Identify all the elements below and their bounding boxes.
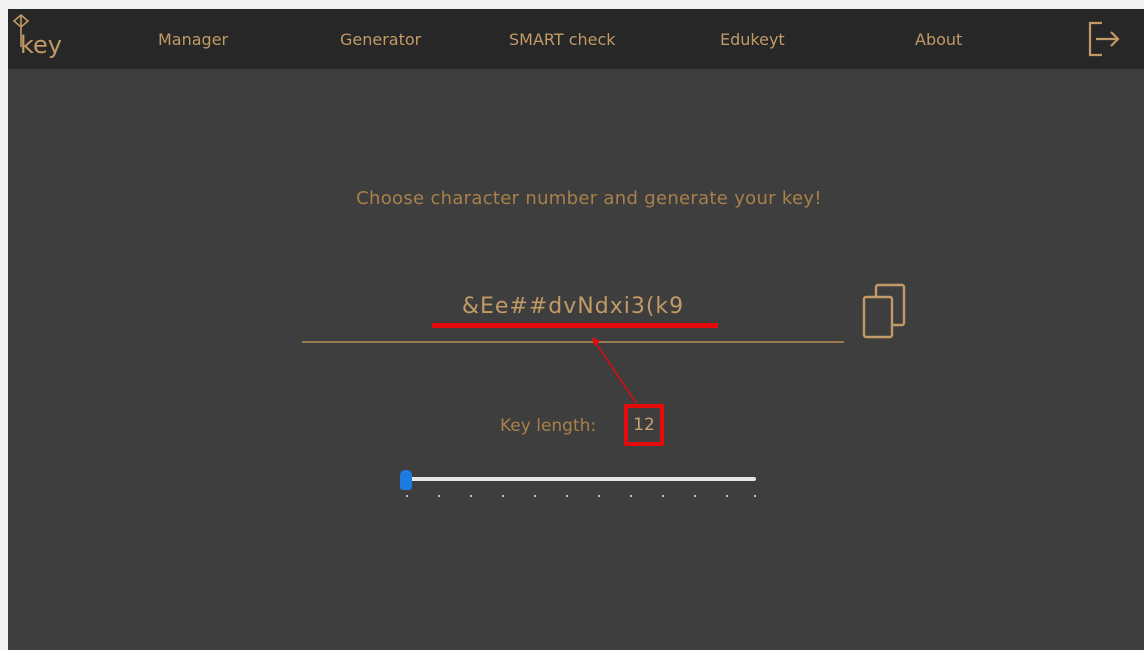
slider-tick <box>470 495 472 497</box>
logo-text: key <box>20 31 63 59</box>
slider-track <box>406 477 756 481</box>
slider-tick <box>534 495 536 497</box>
nav-item-about[interactable]: About <box>915 29 962 51</box>
slider-tick <box>662 495 664 497</box>
logout-button[interactable] <box>1084 19 1128 59</box>
nav-item-edukeyt[interactable]: Edukeyt <box>720 29 785 51</box>
slider-tick <box>406 495 408 497</box>
slider-tick <box>694 495 696 497</box>
copy-key-button[interactable] <box>860 283 908 341</box>
key-highlight-underline <box>432 323 718 328</box>
key-length-label: Key length: <box>500 416 597 436</box>
slider-tick <box>598 495 600 497</box>
slider-thumb[interactable] <box>400 470 412 490</box>
generated-key-field[interactable]: &Ee##dvNdxi3(k9 <box>302 293 844 343</box>
logout-icon <box>1088 21 1120 57</box>
logo[interactable]: key <box>8 9 68 69</box>
nav-item-generator[interactable]: Generator <box>340 29 421 51</box>
nav-item-manager[interactable]: Manager <box>158 29 228 51</box>
generator-headline: Choose character number and generate you… <box>356 188 822 209</box>
slider-tick <box>754 495 756 497</box>
nav-item-smart-check[interactable]: SMART check <box>509 29 616 51</box>
slider-tick <box>726 495 728 497</box>
slider-tick <box>438 495 440 497</box>
slider-tick <box>630 495 632 497</box>
key-length-value: 12 <box>624 404 664 446</box>
app-window: key Manager Generator SMART check Edukey… <box>8 9 1144 650</box>
slider-tick <box>502 495 504 497</box>
copy-icon <box>862 283 906 339</box>
slider-tick <box>566 495 568 497</box>
navbar: key Manager Generator SMART check Edukey… <box>8 9 1144 69</box>
key-length-slider[interactable] <box>398 467 760 503</box>
